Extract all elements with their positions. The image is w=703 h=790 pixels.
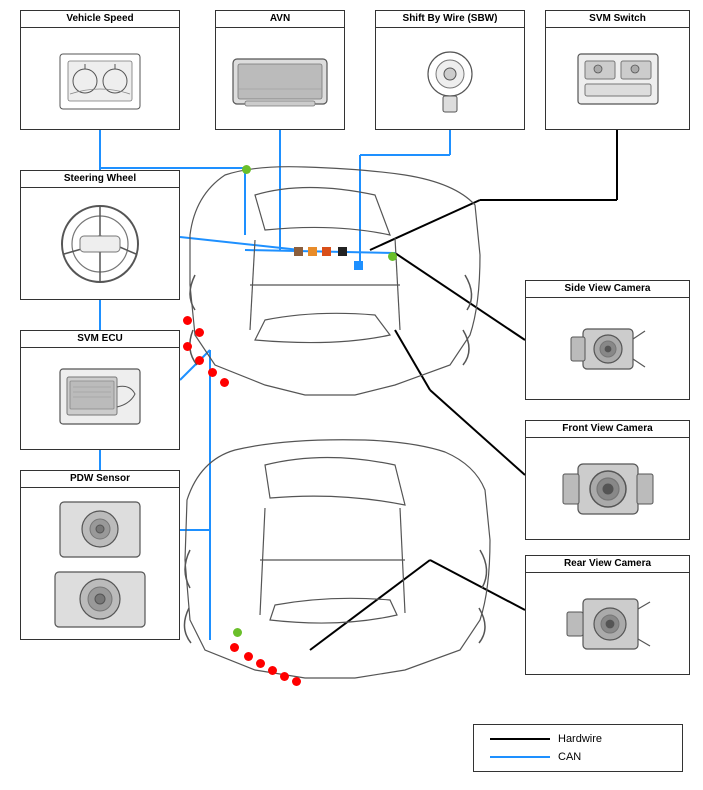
dot-orange [308,247,317,256]
legend-can: CAN [490,751,666,763]
sbw-label: Shift By Wire (SBW) [376,11,524,28]
dot-red-11 [280,672,289,681]
side-view-camera-component: Side View Camera [525,280,690,400]
pdw-sensor-component: PDW Sensor [20,470,180,640]
legend-can-line [490,756,550,758]
dot-green-3 [233,628,242,637]
svm-ecu-component: SVM ECU [20,330,180,450]
dot-red-6 [220,378,229,387]
dot-brown [294,247,303,256]
vehicle-speed-component: Vehicle Speed [20,10,180,130]
avn-label: AVN [216,11,344,28]
avn-image [221,28,339,129]
dot-red-12 [292,677,301,686]
svm-switch-label: SVM Switch [546,11,689,28]
front-view-camera-component: Front View Camera [525,420,690,540]
rear-view-camera-label: Rear View Camera [526,556,689,573]
dot-red-5 [208,368,217,377]
dot-red-2 [195,328,204,337]
svm-ecu-image [41,348,159,449]
dot-blue [354,261,363,270]
vehicle-speed-image [46,28,154,129]
dot-red-8 [244,652,253,661]
dot-red-3 [183,342,192,351]
svm-switch-image [559,28,677,129]
svm-ecu-label: SVM ECU [21,331,179,348]
shift-by-wire-component: Shift By Wire (SBW) [375,10,525,130]
side-view-camera-label: Side View Camera [526,281,689,298]
front-view-camera-image [549,438,667,539]
legend-box: Hardwire CAN [473,724,683,772]
rear-view-camera-component: Rear View Camera [525,555,690,675]
steering-wheel-component: Steering Wheel [20,170,180,300]
dot-red-orange [322,247,331,256]
pdw-sensor-label: PDW Sensor [21,471,179,488]
dot-red-7 [230,643,239,652]
dot-green-2 [388,252,397,261]
dot-black [338,247,347,256]
dot-red-4 [195,356,204,365]
dot-green-1 [242,165,251,174]
legend-hardwire-label: Hardwire [558,733,602,745]
front-view-camera-label: Front View Camera [526,421,689,438]
svm-switch-component: SVM Switch [545,10,690,130]
rear-view-camera-image [549,573,667,674]
dot-red-10 [268,666,277,675]
legend-hardwire-line [490,738,550,740]
vehicle-speed-label: Vehicle Speed [21,11,179,28]
dot-red-1 [183,316,192,325]
dot-red-9 [256,659,265,668]
legend-hardwire: Hardwire [490,733,666,745]
steering-wheel-label: Steering Wheel [21,171,179,188]
side-view-camera-image [549,298,667,399]
pdw-sensor-image [36,488,164,639]
steering-wheel-image [46,188,154,299]
legend-can-label: CAN [558,751,581,763]
diagram-container: Vehicle Speed AVN Shift B [0,0,703,790]
sbw-image [406,28,494,129]
avn-component: AVN [215,10,345,130]
